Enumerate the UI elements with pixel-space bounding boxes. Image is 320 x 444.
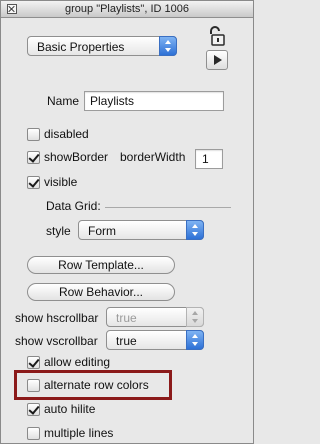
stepper-arrows-icon — [186, 220, 204, 240]
visible-checkbox[interactable] — [27, 176, 40, 189]
pane-selector-popup[interactable]: Basic Properties — [27, 36, 177, 56]
stepper-arrows-icon — [186, 330, 204, 350]
multiple-lines-checkbox[interactable] — [27, 427, 40, 440]
border-width-value: 1 — [202, 152, 209, 166]
pane-selector-value: Basic Properties — [37, 40, 125, 54]
allow-editing-checkbox[interactable] — [27, 356, 40, 369]
show-border-label: showBorder — [44, 150, 109, 164]
disabled-label: disabled — [44, 127, 89, 141]
row-behavior-button[interactable]: Row Behavior... — [27, 283, 175, 301]
show-border-checkbox[interactable] — [27, 151, 40, 164]
hscrollbar-popup: true — [106, 307, 204, 327]
row-template-button[interactable]: Row Template... — [27, 256, 175, 274]
property-inspector-window: group "Playlists", ID 1006 Basic Propert… — [0, 0, 254, 444]
auto-hilite-checkbox[interactable] — [27, 403, 40, 416]
disabled-checkbox[interactable] — [27, 128, 40, 141]
window-title: group "Playlists", ID 1006 — [65, 3, 189, 15]
lock-button[interactable] — [206, 25, 228, 47]
stepper-arrows-icon — [186, 307, 204, 327]
data-grid-section-label: Data Grid: — [46, 199, 101, 213]
allow-editing-label: allow editing — [44, 355, 111, 369]
name-field[interactable]: Playlists — [84, 91, 224, 111]
vscrollbar-popup[interactable]: true — [106, 330, 204, 350]
multiple-lines-label: multiple lines — [44, 426, 114, 440]
name-field-value: Playlists — [90, 94, 135, 108]
style-label: style — [46, 224, 71, 238]
style-popup[interactable]: Form — [78, 220, 204, 240]
visible-label: visible — [44, 175, 78, 189]
name-label: Name — [47, 94, 80, 108]
highlight-annotation-box — [14, 370, 172, 400]
title-bar[interactable]: group "Playlists", ID 1006 — [1, 1, 253, 18]
lock-icon — [210, 26, 225, 46]
play-icon — [214, 55, 222, 65]
run-button[interactable] — [206, 50, 228, 70]
vscrollbar-label: show vscrollbar — [15, 334, 98, 348]
hscrollbar-label: show hscrollbar — [15, 311, 99, 325]
auto-hilite-label: auto hilite — [44, 402, 96, 416]
section-divider — [105, 207, 231, 208]
stepper-arrows-icon — [159, 36, 177, 56]
border-width-label: borderWidth — [120, 150, 186, 164]
border-width-field[interactable]: 1 — [195, 149, 223, 169]
vscrollbar-value: true — [116, 334, 137, 348]
hscrollbar-value: true — [116, 311, 137, 325]
style-popup-value: Form — [88, 224, 116, 238]
